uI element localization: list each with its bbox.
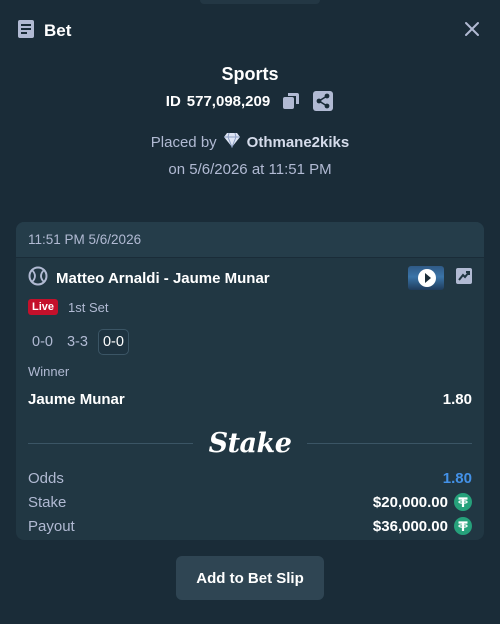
payout-row: Payout $36,000.00	[28, 514, 472, 538]
market-label: Winner	[28, 364, 70, 379]
stake-value-group: $20,000.00	[373, 493, 472, 511]
stake-label: Stake	[28, 493, 67, 511]
event-row: Matteo Arnaldi - Jaume Munar	[28, 258, 472, 298]
outcome-odds: 1.80	[442, 390, 472, 408]
username-link[interactable]: Othmane2kiks	[247, 134, 350, 151]
placed-by-label: Placed by	[150, 133, 217, 151]
event-actions	[408, 266, 472, 290]
bet-id-value: 577,098,209	[186, 92, 271, 110]
divider-line-left	[28, 442, 193, 444]
live-badge: Live	[28, 299, 59, 315]
odds-value: 1.80	[442, 469, 472, 487]
bet-id-row: ID 577,098,209	[0, 90, 500, 112]
bet-summary: Odds 1.80 Stake $20,000.00 Payout $36,00…	[28, 466, 472, 538]
scroll-edge	[200, 0, 320, 4]
copy-icon[interactable]	[280, 90, 302, 112]
placed-date: on 5/6/2026 at 11:51 PM	[168, 161, 332, 178]
receipt-icon	[16, 19, 36, 44]
payout-value-group: $36,000.00	[373, 517, 472, 535]
placed-by-row: Placed by Othmane2kiks	[0, 132, 500, 152]
match-period: 1st Set	[68, 299, 109, 315]
close-button[interactable]	[460, 19, 484, 43]
modal-title: Bet	[44, 21, 72, 40]
close-icon[interactable]	[464, 21, 480, 42]
event-name-link[interactable]: Matteo Arnaldi - Jaume Munar	[56, 270, 270, 287]
score-points: 0-0	[97, 329, 129, 355]
event-title-group: Matteo Arnaldi - Jaume Munar	[28, 266, 270, 291]
stake-row: Stake $20,000.00	[28, 490, 472, 514]
header-title-group: Bet	[16, 19, 71, 44]
tether-icon	[454, 517, 472, 535]
odds-row: Odds 1.80	[28, 466, 472, 490]
outcome-name: Jaume Munar	[28, 390, 125, 408]
odds-label: Odds	[28, 469, 64, 487]
bet-id-prefix: ID	[165, 92, 181, 110]
brand-divider: Stake	[28, 426, 473, 460]
tether-icon	[454, 493, 472, 511]
payout-label: Payout	[28, 517, 75, 535]
live-stream-thumbnail[interactable]	[408, 266, 444, 290]
payout-value: $36,000.00	[372, 517, 448, 535]
outcome-row: Jaume Munar 1.80	[28, 389, 472, 409]
bet-timestamp: 11:51 PM 5/6/2026	[16, 222, 484, 258]
diamond-vip-icon	[223, 132, 241, 152]
bet-card-body: Matteo Arnaldi - Jaume Munar Live 1st Se…	[16, 258, 484, 538]
sport-title: Sports	[221, 64, 279, 84]
score-row: 0-0 3-3 0-0	[28, 329, 472, 355]
tennis-ball-icon	[28, 266, 48, 291]
play-icon[interactable]	[418, 269, 436, 287]
score-sets: 0-0	[32, 334, 53, 350]
bet-card: 11:51 PM 5/6/2026 Matteo Arnaldi - Jaume…	[16, 222, 484, 540]
divider-line-right	[307, 442, 473, 444]
modal-header: Bet	[16, 18, 484, 44]
add-to-bet-slip-button[interactable]: Add to Bet Slip	[176, 556, 324, 600]
stats-chart-icon[interactable]	[456, 267, 472, 289]
stake-value: $20,000.00	[372, 493, 448, 511]
score-games: 3-3	[66, 334, 88, 350]
stake-logo: Stake	[208, 427, 292, 459]
match-status-row: Live 1st Set	[28, 298, 472, 316]
share-icon[interactable]	[312, 90, 334, 112]
